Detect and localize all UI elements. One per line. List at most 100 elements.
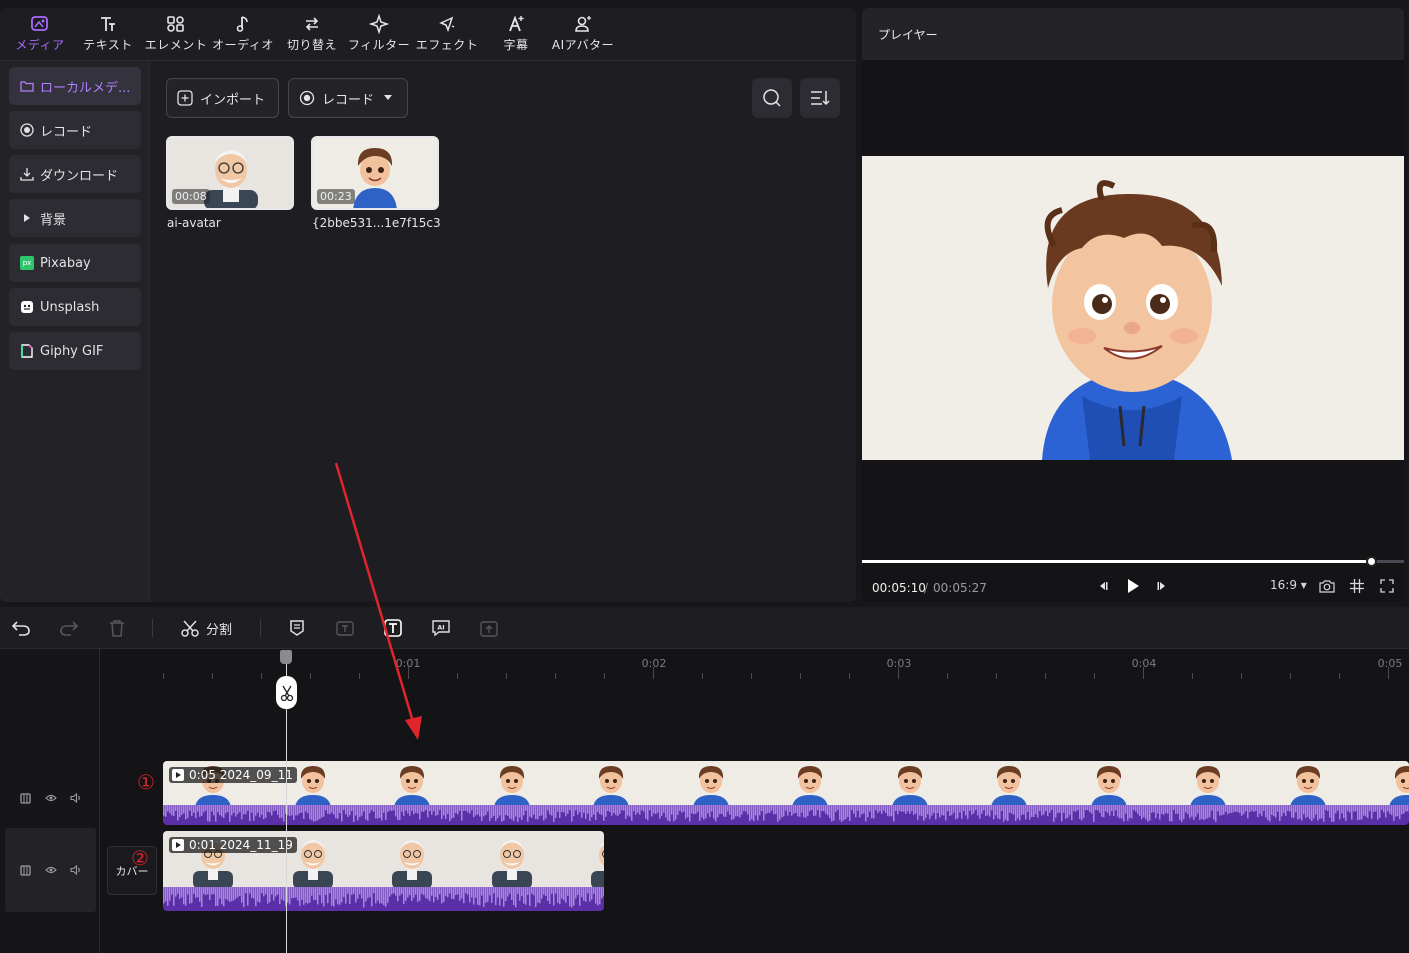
playhead-head[interactable]	[280, 650, 292, 664]
waveform-bar	[293, 805, 295, 821]
eye-icon[interactable]	[44, 863, 58, 877]
main-toolbar: メディア テキスト エレメント オーディオ 切り替え フィルター エフェクト 字…	[0, 8, 856, 61]
tab-media[interactable]: メディア	[12, 12, 68, 58]
tab-filter[interactable]: フィルター	[346, 12, 412, 58]
sidebar-item-unsplash[interactable]: Unsplash	[9, 288, 141, 326]
playback-progress-knob[interactable]	[1366, 556, 1378, 567]
waveform-bar	[645, 805, 647, 819]
record-dropdown-button[interactable]: レコード	[288, 78, 408, 118]
waveform-bar	[895, 805, 897, 812]
waveform-bar	[203, 887, 205, 895]
sidebar-item-pixabay[interactable]: px Pixabay	[9, 244, 141, 282]
tab-text[interactable]: テキスト	[80, 12, 136, 58]
export-frame-button[interactable]	[478, 617, 500, 639]
text-to-speech-button[interactable]	[334, 617, 356, 639]
waveform-bar	[839, 805, 841, 821]
sidebar-item-local-media[interactable]: ローカルメデ...	[9, 67, 141, 105]
waveform-bar	[883, 805, 885, 811]
tab-element[interactable]: エレメント	[143, 12, 209, 58]
annotation-marker-1: ①	[137, 770, 155, 794]
waveform-bar	[917, 805, 919, 820]
timeline-ruler[interactable]: 0:01 0:02 0:03 0:04 0:05	[100, 649, 1409, 679]
playback-progress-bar[interactable]	[862, 556, 1404, 567]
waveform-bar	[329, 887, 331, 894]
sidebar-item-download[interactable]: ダウンロード	[9, 155, 141, 193]
waveform-bar	[247, 805, 249, 811]
sort-button[interactable]	[800, 78, 840, 118]
waveform-bar	[281, 805, 283, 818]
tab-transition[interactable]: 切り替え	[284, 12, 340, 58]
snapshot-button[interactable]	[1318, 577, 1336, 595]
timeline-clip-2[interactable]: 0:01 2024_11_19	[163, 831, 604, 911]
waveform-bar	[559, 805, 561, 819]
waveform-bar	[573, 887, 575, 906]
waveform-bar	[1003, 805, 1005, 822]
eye-icon[interactable]	[44, 791, 58, 805]
waveform-bar	[665, 805, 667, 818]
waveform-bar	[171, 805, 173, 816]
search-button[interactable]	[752, 78, 792, 118]
waveform-bar	[1023, 805, 1025, 815]
play-button[interactable]	[1124, 577, 1142, 595]
split-button[interactable]: 分割	[180, 617, 236, 639]
waveform-bar	[435, 887, 437, 898]
marker-button[interactable]	[286, 617, 308, 639]
media-name-ai-avatar: ai-avatar	[167, 216, 221, 230]
ai-button[interactable]: AI	[430, 617, 452, 639]
sidebar-item-background[interactable]: 背景	[9, 199, 141, 237]
waveform-bar	[1345, 805, 1347, 822]
waveform-bar	[321, 887, 323, 904]
waveform-bar	[1385, 805, 1387, 818]
waveform-bar	[339, 805, 341, 814]
tab-audio[interactable]: オーディオ	[210, 12, 276, 58]
redo-icon	[59, 620, 79, 636]
grid-button[interactable]	[1348, 577, 1366, 595]
waveform-bar	[347, 805, 349, 818]
next-frame-button[interactable]	[1153, 577, 1171, 595]
tab-ai-avatar[interactable]: AIアバター	[546, 12, 620, 58]
player-video-frame[interactable]	[862, 156, 1404, 460]
sidebar-item-giphy[interactable]: Giphy GIF	[9, 332, 141, 370]
waveform-bar	[395, 887, 397, 896]
playhead-split-handle[interactable]	[276, 676, 297, 709]
waveform-bar	[221, 887, 223, 905]
waveform-bar	[965, 805, 967, 816]
fullscreen-button[interactable]	[1378, 577, 1396, 595]
sidebar-item-record[interactable]: レコード	[9, 111, 141, 149]
waveform-bar	[209, 887, 211, 901]
waveform-bar	[463, 887, 465, 904]
speaker-icon[interactable]	[69, 863, 83, 877]
delete-button[interactable]	[106, 617, 128, 639]
media-thumbnail-ai-avatar[interactable]: 00:08	[166, 136, 294, 210]
upload-box-icon	[480, 619, 498, 637]
import-button[interactable]: インポート	[166, 78, 279, 118]
waveform-bar	[673, 805, 675, 822]
waveform-bar	[541, 805, 543, 816]
text-button[interactable]	[382, 617, 404, 639]
waveform-bar	[175, 805, 177, 811]
timeline-clip-1[interactable]: 0:05 2024_09_11	[163, 761, 1409, 825]
undo-button[interactable]	[10, 617, 32, 639]
waveform-bar	[495, 805, 497, 821]
film-icon[interactable]	[19, 863, 33, 877]
waveform-bar	[457, 887, 459, 895]
waveform-bar	[967, 805, 969, 820]
tab-effect[interactable]: エフェクト	[414, 12, 480, 58]
waveform-bar	[411, 805, 413, 811]
previous-frame-button[interactable]	[1094, 577, 1112, 595]
aspect-ratio-dropdown[interactable]: 16:9 ▾	[1270, 578, 1307, 592]
film-icon[interactable]	[19, 791, 33, 805]
waveform-bar	[269, 887, 271, 903]
waveform-bar	[467, 887, 469, 895]
waveform-bar	[781, 805, 783, 818]
waveform-bar	[1155, 805, 1157, 819]
play-icon	[1126, 578, 1140, 594]
waveform-bar	[475, 887, 477, 898]
tab-subtitle[interactable]: 字幕	[496, 12, 536, 58]
redo-button[interactable]	[58, 617, 80, 639]
media-thumbnail-boy[interactable]: 00:23	[311, 136, 439, 210]
speaker-icon[interactable]	[69, 791, 83, 805]
waveform-bar	[567, 887, 569, 896]
waveform-bar	[267, 805, 269, 812]
trash-icon	[109, 619, 125, 637]
